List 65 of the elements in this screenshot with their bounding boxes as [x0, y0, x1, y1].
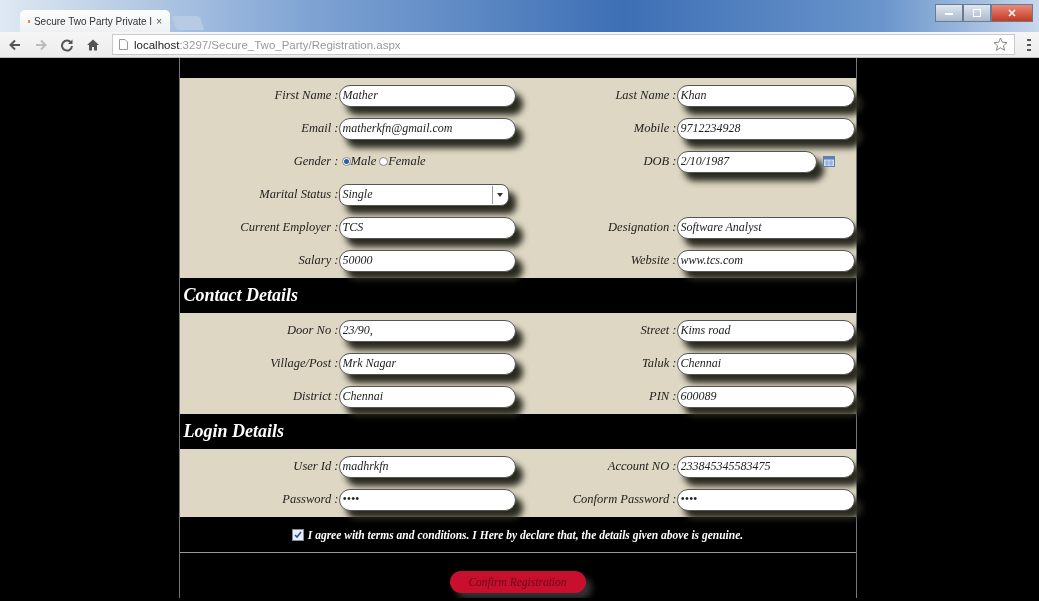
checkbox[interactable] — [291, 528, 304, 541]
field-label: Door No : — [286, 323, 339, 338]
input-field[interactable]: Khan — [676, 84, 855, 107]
calendar-icon[interactable] — [822, 156, 835, 167]
input-field[interactable]: 23/90, — [338, 319, 516, 342]
dropdown[interactable]: Single — [338, 183, 509, 206]
field-label: DOB : — [642, 154, 677, 169]
field-label: Current Employer : — [239, 220, 339, 235]
terms-text: I agree with terms and conditions. I Here by declare that, the details given above is genuine. — [307, 528, 744, 541]
minimize-icon — [945, 11, 953, 15]
back-icon[interactable] — [8, 37, 22, 52]
field-label: Mobile : — [632, 121, 677, 136]
address-bar[interactable]: localhost:3297/Secure_Two_Party/Registration.aspx — [112, 34, 1015, 55]
field-label: Salary : — [297, 253, 339, 268]
browser-tab[interactable]: Secure Two Party Private I × — [20, 10, 170, 32]
section-heading: Contact Details — [183, 285, 298, 306]
field-label: Taluk : — [640, 356, 677, 371]
field-label: Conform Password : — [571, 492, 677, 507]
input-field[interactable]: Mrk Nagar — [338, 352, 516, 375]
caret-icon — [496, 192, 503, 197]
input-field[interactable]: 9712234928 — [676, 117, 855, 140]
radio-button[interactable] — [379, 157, 389, 166]
input-field[interactable]: matherkfn@gmail.com — [338, 117, 516, 140]
input-field[interactable]: 600089 — [676, 385, 855, 408]
radio-label: Female — [388, 154, 426, 169]
field-label: PIN : — [648, 389, 677, 404]
star-icon[interactable] — [993, 37, 1008, 52]
close-button[interactable] — [991, 4, 1033, 22]
input-field[interactable]: Chennai — [338, 385, 516, 408]
radio-label: Male — [350, 154, 377, 169]
input-field[interactable]: 233845345583475 — [676, 455, 855, 478]
input-field[interactable]: •••• — [676, 488, 855, 511]
field-label: First Name : — [273, 88, 339, 103]
field-label: Last Name : — [614, 88, 677, 103]
field-label: Email : — [300, 121, 339, 136]
field-label: Designation : — [607, 220, 677, 235]
field-label: District : — [292, 389, 339, 404]
field-label: Account NO : — [606, 459, 677, 474]
input-field[interactable]: madhrkfn — [338, 455, 516, 478]
close-icon — [1008, 9, 1016, 17]
field-label: Street : — [639, 323, 677, 338]
input-field[interactable]: www.tcs.com — [676, 249, 855, 272]
field-label: Village/Post : — [269, 356, 339, 371]
field-label: Marital Status : — [258, 187, 339, 202]
field-label: Password : — [281, 492, 339, 507]
radio-button[interactable] — [341, 157, 351, 166]
input-field[interactable]: 50000 — [338, 249, 516, 272]
field-label: Website : — [629, 253, 677, 268]
input-field[interactable]: Kims road — [676, 319, 855, 342]
menu-icon[interactable] — [1027, 38, 1031, 51]
page-icon — [119, 39, 128, 50]
input-field[interactable]: Mather — [338, 84, 516, 107]
field-label: User Id : — [292, 459, 339, 474]
minimize-button[interactable] — [935, 4, 963, 22]
input-field[interactable]: TCS — [338, 216, 516, 239]
maximize-button[interactable] — [963, 4, 991, 22]
input-field[interactable]: Chennai — [676, 352, 855, 375]
maximize-icon — [973, 9, 981, 17]
home-icon[interactable] — [86, 37, 100, 52]
field-label: Gender : — [292, 154, 339, 169]
section-heading: Login Details — [183, 421, 284, 442]
reload-icon[interactable] — [60, 37, 74, 52]
date-field[interactable]: 2/10/1987 — [676, 150, 817, 173]
input-field[interactable]: Software Analyst — [676, 216, 855, 239]
input-field[interactable]: •••• — [338, 488, 516, 511]
